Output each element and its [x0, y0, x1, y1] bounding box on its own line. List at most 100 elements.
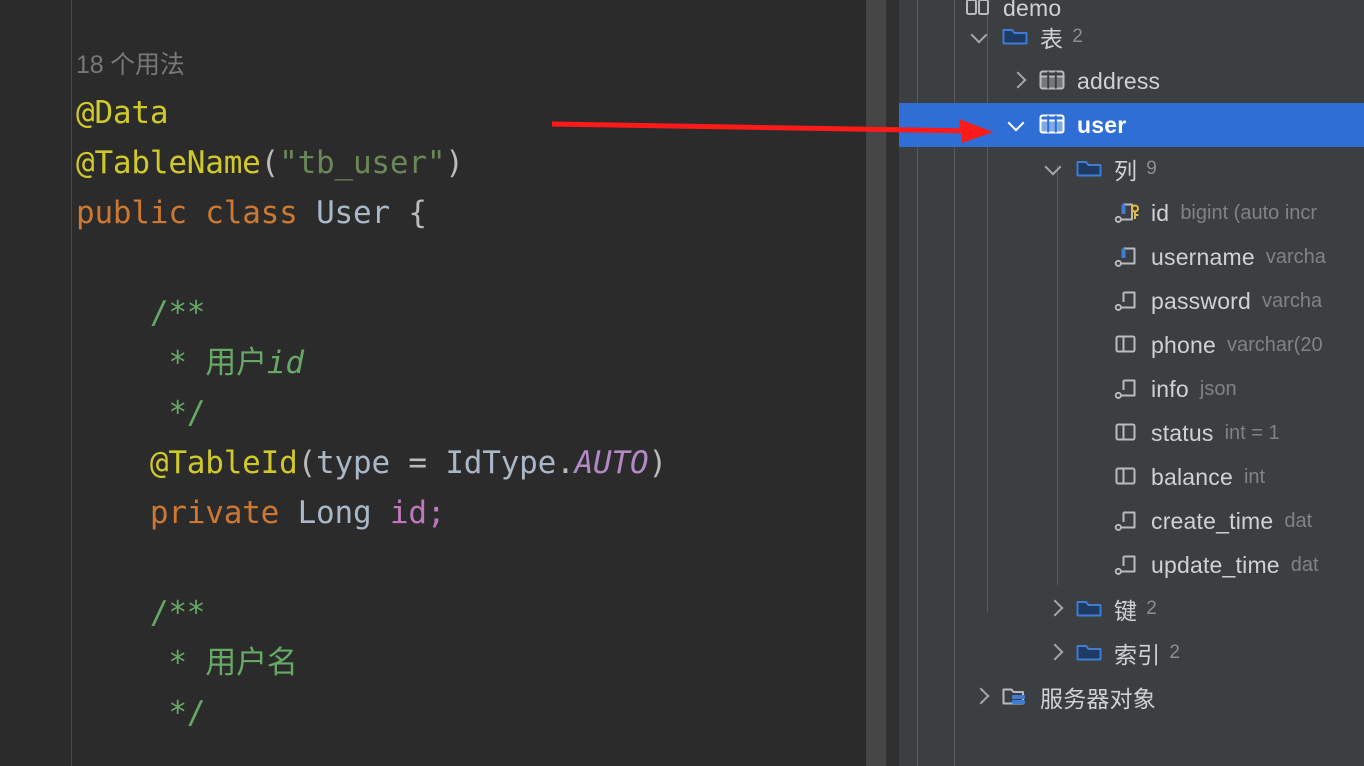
tree-row-datatype: varchar(20: [1226, 333, 1323, 356]
folder-icon: [1075, 596, 1103, 622]
server-objects-icon: [1001, 684, 1029, 710]
tree-row-col-id[interactable]: id bigint (auto incr: [915, 191, 1364, 235]
tree-row-label: info: [1151, 375, 1189, 402]
token-paren-close-2: ): [648, 445, 667, 481]
tree-row-label: status: [1151, 419, 1214, 446]
token-comment-italic-id: id: [266, 345, 304, 381]
tree-row-keys[interactable]: 键2: [915, 587, 1364, 631]
tree-row-count: 2: [1169, 642, 1180, 663]
token-comment-text-userid: 用户: [205, 345, 267, 381]
tree-row-datatype: varcha: [1262, 289, 1323, 312]
tool-window-splitter[interactable]: [886, 0, 899, 766]
tree-row-columns[interactable]: 列9: [915, 147, 1364, 191]
code-line-blank-2[interactable]: [76, 538, 667, 588]
tree-row-address[interactable]: address: [915, 59, 1364, 103]
code-line-class-decl[interactable]: public class User {: [76, 188, 667, 238]
token-comment-text-username: 用户名: [205, 645, 298, 681]
chevron-down-icon[interactable]: [1044, 158, 1066, 180]
tree-row-label: balance: [1151, 463, 1233, 490]
tree-row-col-balance[interactable]: balance int: [915, 455, 1364, 499]
token-kw-public: public: [76, 195, 187, 231]
chevron-down-icon[interactable]: [1007, 114, 1029, 136]
folder-icon: [1075, 156, 1103, 182]
column-null-icon: [1112, 376, 1140, 402]
token-annotation-tableid: @TableId: [149, 445, 298, 481]
token-equals: =: [408, 445, 427, 481]
tree-row-count: 9: [1146, 158, 1157, 179]
tree-row-indexes[interactable]: 索引 2: [915, 631, 1364, 675]
editor-scrollbar-track[interactable]: [866, 0, 886, 766]
folder-icon: [1075, 640, 1103, 666]
token-comment-star-2: *: [168, 645, 187, 681]
inlay-hint-usages[interactable]: 18 个用法: [76, 51, 185, 79]
column-icon: [1112, 464, 1140, 490]
tree-row-label: 表: [1040, 26, 1064, 52]
tree-row-server-objects[interactable]: 服务器对象: [915, 675, 1364, 719]
token-dot: .: [556, 445, 575, 481]
column-icon: [1112, 332, 1140, 358]
tree-row-col-create-time[interactable]: create_time dat: [915, 499, 1364, 543]
token-semicolon: ;: [426, 495, 446, 531]
code-line-anno-tablename[interactable]: @TableName("tb_user"): [76, 138, 667, 188]
folder-icon: [1001, 24, 1029, 50]
tree-row-tables[interactable]: 表2: [915, 15, 1364, 59]
tree-row-datatype: dat: [1290, 553, 1319, 576]
token-annotation-data: @Data: [76, 95, 169, 131]
tree-row-datatype: dat: [1284, 509, 1313, 532]
source-code[interactable]: 18 个用法 @Data @TableName("tb_user") public c…: [76, 0, 667, 766]
tree-row-col-phone[interactable]: phone varchar(20: [915, 323, 1364, 367]
code-line-javadoc-open-2[interactable]: /**: [76, 588, 667, 638]
column-icon: [1112, 420, 1140, 446]
tree-row-col-username[interactable]: username varcha: [915, 235, 1364, 279]
tree-row-count: 2: [1146, 598, 1157, 619]
code-line-inlay-hint[interactable]: 18 个用法: [76, 38, 667, 88]
tree-row-count: 2: [1072, 26, 1083, 47]
database-tool-window[interactable]: demo 表 2 address user 列 9 id bigint (auto incr us…: [899, 0, 1364, 766]
tree-row-label: address: [1077, 67, 1161, 94]
gutter-divider: [71, 0, 72, 766]
tree-row-datatype: bigint (auto incr: [1180, 201, 1318, 224]
column-null-icon: [1112, 552, 1140, 578]
tree-row-col-info[interactable]: info json: [915, 367, 1364, 411]
token-comment-close-1: */: [168, 395, 206, 431]
code-line-javadoc-open-1[interactable]: /**: [76, 288, 667, 338]
tree-row-datatype: int: [1243, 465, 1266, 488]
chevron-right-icon[interactable]: [1007, 70, 1029, 92]
column-pk-icon: [1112, 200, 1140, 226]
tree-row-label: create_time: [1151, 507, 1274, 534]
code-line-field-id[interactable]: private Long id;: [76, 488, 667, 538]
tree-row-label: 服务器对象: [1040, 686, 1156, 712]
code-line-javadoc-close-2[interactable]: */: [76, 688, 667, 738]
code-editor[interactable]: 18 个用法 @Data @TableName("tb_user") public c…: [0, 0, 866, 766]
token-field-id: id: [389, 495, 427, 531]
code-line-blank-1[interactable]: [76, 238, 667, 288]
token-comment-open-1: /**: [149, 295, 206, 331]
code-line-anno-tableid[interactable]: @TableId(type = IdType.AUTO): [76, 438, 667, 488]
code-line-anno-data[interactable]: @Data: [76, 88, 667, 138]
chevron-down-icon[interactable]: [970, 26, 992, 48]
tree-row-label: id: [1151, 199, 1170, 226]
tree-row-label: phone: [1151, 331, 1216, 358]
code-line-javadoc-username[interactable]: * 用户名: [76, 638, 667, 688]
chevron-right-icon[interactable]: [1044, 598, 1066, 620]
chevron-right-icon[interactable]: [970, 686, 992, 708]
tree-row-label: password: [1151, 287, 1252, 314]
token-class-long: Long: [297, 495, 372, 531]
tree-row-datatype: json: [1199, 377, 1237, 400]
chevron-right-icon[interactable]: [1044, 642, 1066, 664]
tree-row-col-update-time[interactable]: update_time dat: [915, 543, 1364, 587]
token-class-idtype: IdType: [445, 445, 557, 481]
token-comment-star-1: *: [168, 345, 187, 381]
tree-row-user[interactable]: user: [899, 103, 1364, 147]
screenshot-root: 18 个用法 @Data @TableName("tb_user") public c…: [0, 0, 1364, 766]
token-paren-open: (: [260, 145, 280, 181]
code-line-javadoc-close-1[interactable]: */: [76, 388, 667, 438]
tree-row-label: 列: [1114, 158, 1138, 184]
tree-row-col-status[interactable]: status int = 1: [915, 411, 1364, 455]
table-icon: [1038, 68, 1066, 94]
code-line-javadoc-userid[interactable]: * 用户id: [76, 338, 667, 388]
tree-row-datatype: varcha: [1265, 245, 1326, 268]
tree-row-col-password[interactable]: password varcha: [915, 279, 1364, 323]
column-null-icon: [1112, 508, 1140, 534]
token-comment-close-2: */: [168, 695, 206, 731]
